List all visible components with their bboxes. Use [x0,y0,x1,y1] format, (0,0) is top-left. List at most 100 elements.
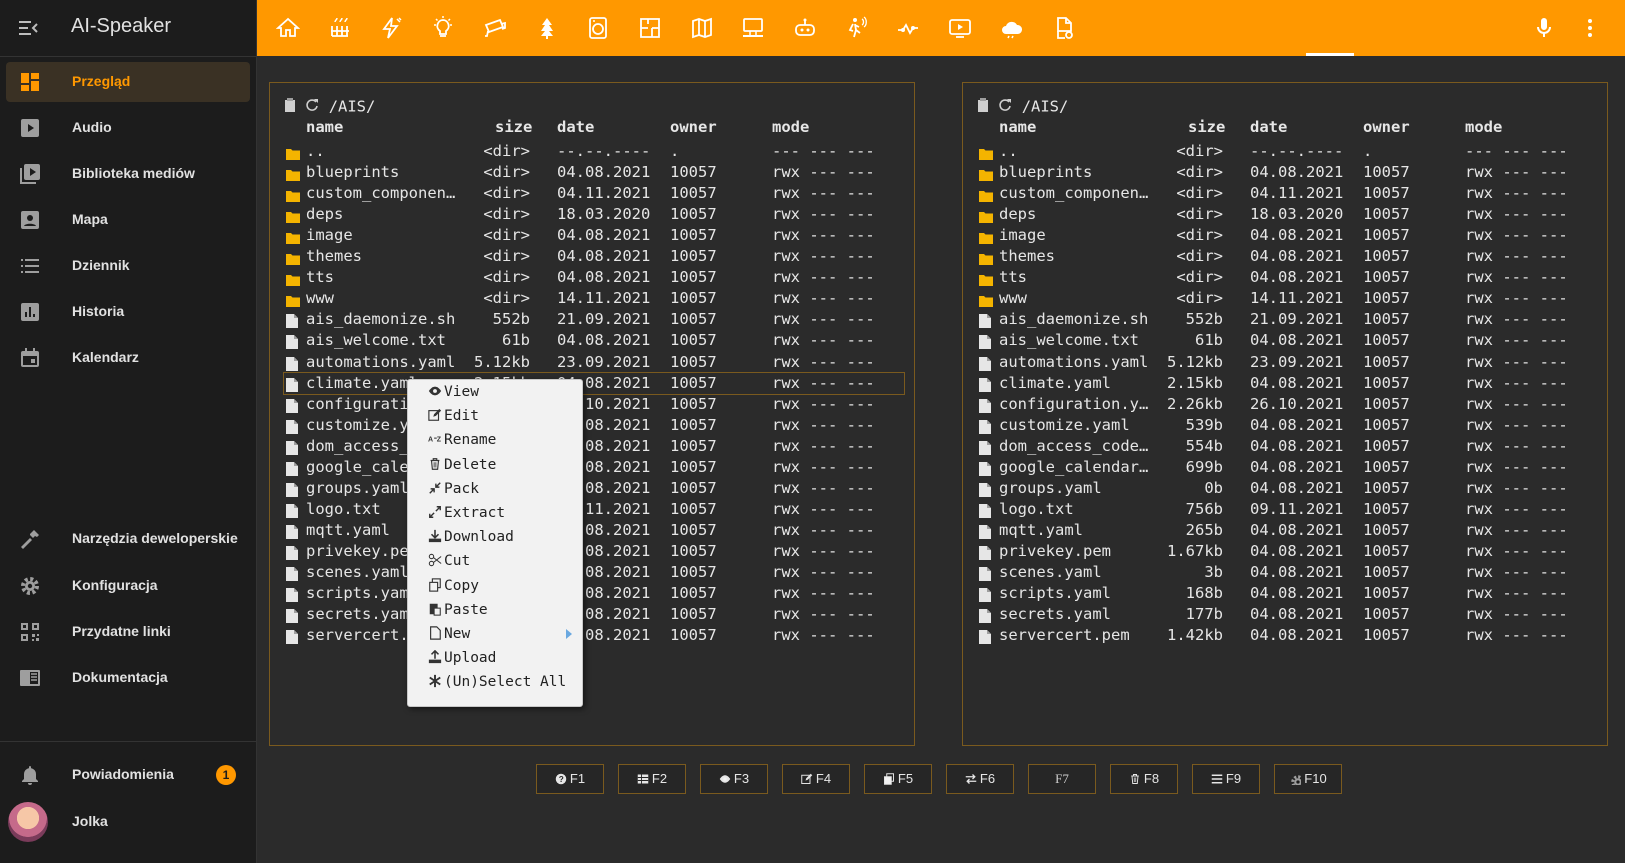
sidebar-item-kalendarz[interactable]: Kalendarz [6,338,250,378]
context-menu-extract[interactable]: Extract [428,502,578,524]
function-key-f4[interactable]: F4 [782,764,850,794]
header-name[interactable]: name [306,118,343,136]
clipboard-icon[interactable] [977,97,989,116]
function-key-f7[interactable]: F7 [1028,764,1096,794]
folder-row[interactable]: image <dir> 04.08.2021 10057 rwx --- --- [977,225,1597,246]
right-file-panel[interactable]: /AIS/ name size date owner mode .. <dir>… [962,82,1608,746]
sidebar-item-qr-code[interactable]: Przydatne linki [6,612,250,652]
file-row[interactable]: ais_daemonize.sh 552b 21.09.2021 10057 r… [284,309,904,330]
file-row[interactable]: logo.txt 756b 09.11.2021 10057 rwx --- -… [977,499,1597,520]
context-menu-upload[interactable]: Upload [428,647,578,669]
context-menu-paste[interactable]: Paste [428,599,578,621]
file-row[interactable]: configuration.y… 2.26kb 26.10.2021 10057… [977,394,1597,415]
file-row[interactable]: dom_access_code… 554b 04.08.2021 10057 r… [284,436,904,457]
sidebar-item-przegląd[interactable]: Przegląd [6,62,250,102]
file-row[interactable]: automations.yaml 5.12kb 23.09.2021 10057… [977,352,1597,373]
computer-icon[interactable] [741,16,765,40]
header-mode[interactable]: mode [772,118,809,136]
file-row[interactable]: groups.yaml 0b 04.08.2021 10057 rwx --- … [284,478,904,499]
folder-row[interactable]: deps <dir> 18.03.2020 10057 rwx --- --- [284,204,904,225]
sidebar-item-gear[interactable]: Konfiguracja [6,566,250,606]
file-row[interactable]: secrets.yaml 177b 04.08.2021 10057 rwx -… [284,604,904,625]
more-vertical-icon[interactable] [1578,16,1602,40]
function-key-f1[interactable]: ? F1 [536,764,604,794]
file-row[interactable]: scripts.yaml 168b 04.08.2021 10057 rwx -… [977,583,1597,604]
valve-icon[interactable] [896,16,920,40]
context-menu-download[interactable]: Download [428,526,578,548]
sidebar-item-historia[interactable]: Historia [6,292,250,332]
context-menu-cut[interactable]: Cut [428,550,578,572]
file-row[interactable]: servercert.pem 1.42kb 04.08.2021 10057 r… [977,625,1597,646]
folder-row[interactable]: www <dir> 14.11.2021 10057 rwx --- --- [977,288,1597,309]
sidebar-item-book[interactable]: Dokumentacja [6,658,250,698]
clipboard-icon[interactable] [284,97,296,116]
refresh-icon[interactable] [305,98,319,116]
folder-row[interactable]: deps <dir> 18.03.2020 10057 rwx --- --- [977,204,1597,225]
folder-row[interactable]: blueprints <dir> 04.08.2021 10057 rwx --… [977,162,1597,183]
lightbulb-icon[interactable] [431,16,455,40]
header-owner[interactable]: owner [1363,118,1410,136]
file-row[interactable]: groups.yaml 0b 04.08.2021 10057 rwx --- … [977,478,1597,499]
file-row[interactable]: climate.yaml 2.15kb 04.08.2021 10057 rwx… [283,371,905,395]
menu-collapse-icon[interactable] [16,16,40,40]
sidebar-item-biblioteka-mediów[interactable]: Biblioteka mediów [6,154,250,194]
file-row[interactable]: google_calendar… 699b 04.08.2021 10057 r… [284,457,904,478]
header-size[interactable]: size [495,118,532,136]
file-row[interactable]: ais_welcome.txt 61b 04.08.2021 10057 rwx… [977,330,1597,351]
file-row[interactable]: dom_access_code… 554b 04.08.2021 10057 r… [977,436,1597,457]
header-mode[interactable]: mode [1465,118,1502,136]
sidebar-item-notifications[interactable]: Powiadomienia 1 [6,755,250,795]
context-menu-copy[interactable]: Copy [428,575,578,597]
sidebar-item-mapa[interactable]: Mapa [6,200,250,240]
folder-row[interactable]: themes <dir> 04.08.2021 10057 rwx --- --… [284,246,904,267]
motion-sensor-icon[interactable] [845,16,869,40]
context-menu-new[interactable]: New [428,623,578,645]
file-row[interactable]: scenes.yaml 3b 04.08.2021 10057 rwx --- … [977,562,1597,583]
media-player-icon[interactable] [948,16,972,40]
folder-row[interactable]: custom_componen… <dir> 04.11.2021 10057 … [977,183,1597,204]
file-row[interactable]: mqtt.yaml 265b 04.08.2021 10057 rwx --- … [977,520,1597,541]
folder-row[interactable]: tts <dir> 04.08.2021 10057 rwx --- --- [284,267,904,288]
function-key-f3[interactable]: F3 [700,764,768,794]
header-name[interactable]: name [999,118,1036,136]
folder-row[interactable]: blueprints <dir> 04.08.2021 10057 rwx --… [284,162,904,183]
file-row[interactable]: ais_daemonize.sh 552b 21.09.2021 10057 r… [977,309,1597,330]
map-icon[interactable] [690,16,714,40]
function-key-f9[interactable]: F9 [1192,764,1260,794]
file-settings-icon[interactable] [1052,16,1076,40]
file-row[interactable]: customize.yaml 539b 04.08.2021 10057 rwx… [977,415,1597,436]
context-menu-un-select-all[interactable]: (Un)Select All [428,671,578,693]
folder-row[interactable]: .. <dir> --.--.---- . --- --- --- [284,141,904,162]
function-key-f10[interactable]: F10 [1274,764,1342,794]
header-date[interactable]: date [557,118,594,136]
file-row[interactable]: logo.txt 756b 09.11.2021 10057 rwx --- -… [284,499,904,520]
context-menu-pack[interactable]: Pack [428,478,578,500]
file-row[interactable]: mqtt.yaml 265b 04.08.2021 10057 rwx --- … [284,520,904,541]
file-row[interactable]: configuration.y… 2.26kb 26.10.2021 10057… [284,394,904,415]
weather-icon[interactable] [1000,16,1024,40]
washer-icon[interactable] [586,16,610,40]
function-key-f2[interactable]: F2 [618,764,686,794]
file-row[interactable]: scenes.yaml 3b 04.08.2021 10057 rwx --- … [284,562,904,583]
folder-row[interactable]: image <dir> 04.08.2021 10057 rwx --- --- [284,225,904,246]
floor-plan-icon[interactable] [638,16,662,40]
microphone-icon[interactable] [1532,16,1556,40]
function-key-f6[interactable]: F6 [946,764,1014,794]
file-row[interactable]: servercert.pem 1.42kb 04.08.2021 10057 r… [284,625,904,646]
file-row[interactable]: privekey.pem 1.67kb 04.08.2021 10057 rwx… [977,541,1597,562]
sidebar-item-audio[interactable]: Audio [6,108,250,148]
function-key-f8[interactable]: F8 [1110,764,1178,794]
file-row[interactable]: customize.yaml 539b 04.08.2021 10057 rwx… [284,415,904,436]
file-row[interactable]: automations.yaml 5.12kb 23.09.2021 10057… [284,352,904,373]
context-menu-rename[interactable]: A Z Rename [428,429,578,451]
power-icon[interactable] [379,16,403,40]
home-icon[interactable] [275,16,301,40]
left-file-panel[interactable]: /AIS/ name size date owner mode .. <dir>… [269,82,915,746]
sidebar-item-user[interactable]: Jolka [6,802,250,842]
heating-icon[interactable] [328,16,352,40]
function-key-f5[interactable]: F5 [864,764,932,794]
refresh-icon[interactable] [998,98,1012,116]
context-menu-edit[interactable]: Edit [428,405,578,427]
header-date[interactable]: date [1250,118,1287,136]
cctv-icon[interactable] [483,16,507,40]
